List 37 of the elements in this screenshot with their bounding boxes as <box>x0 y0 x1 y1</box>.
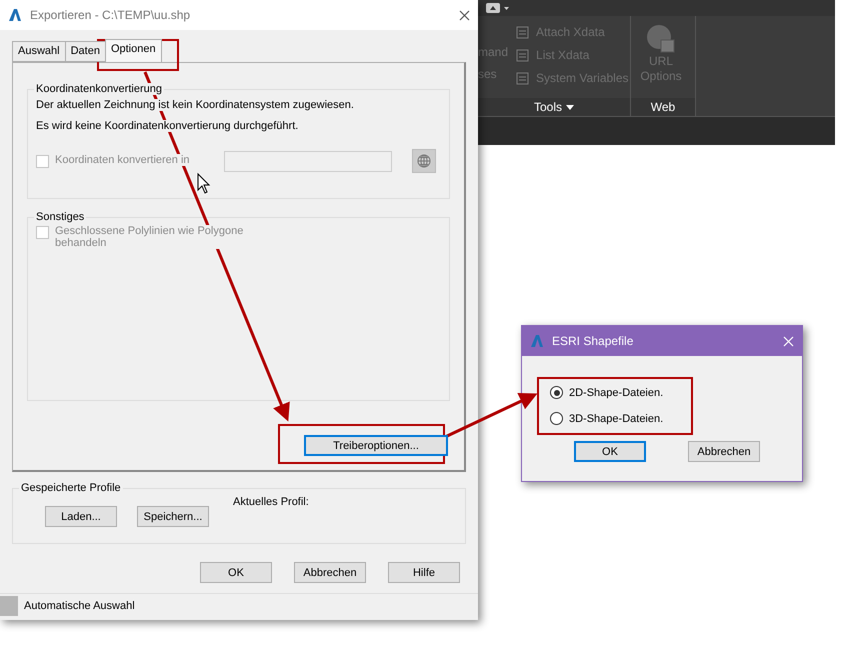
document-icon <box>516 70 530 84</box>
app-logo-icon <box>8 8 22 22</box>
quick-access-icon[interactable] <box>486 2 510 14</box>
radio-label: 3D-Shape-Dateien. <box>569 412 664 424</box>
globe-button[interactable] <box>412 149 436 173</box>
tab[interactable]: Daten <box>64 41 106 62</box>
profile-button[interactable]: Laden... <box>45 506 117 527</box>
document-icon <box>516 24 530 38</box>
dialog-button[interactable]: Hilfe <box>388 562 460 583</box>
radio-button[interactable] <box>550 412 563 425</box>
group-title: Koordinatenkonvertierung <box>34 83 164 95</box>
input-field[interactable] <box>224 150 392 172</box>
dialog-button[interactable]: Abbrechen <box>294 562 366 583</box>
group-title: Sonstiges <box>34 211 86 223</box>
profile-button[interactable]: Speichern... <box>137 506 209 527</box>
group-title: Gespeicherte Profile <box>19 482 123 494</box>
window-title: Exportieren - C:\TEMP\uu.shp <box>30 8 192 22</box>
driver-options-button[interactable]: Treiberoptionen... <box>304 435 448 456</box>
document-icon <box>516 48 530 62</box>
info-text: Es wird keine Koordinatenkonvertierung durchgeführt. <box>36 120 298 132</box>
status-text: Automatische Auswahl <box>24 600 135 612</box>
dialog-button[interactable]: OK <box>200 562 272 583</box>
radio-button[interactable] <box>550 386 563 399</box>
dialog-button[interactable]: Abbrechen <box>688 441 760 462</box>
dialog-button[interactable]: OK <box>574 441 646 462</box>
cursor-icon <box>198 172 210 194</box>
profile-label: Aktuelles Profil: <box>233 496 309 508</box>
tab[interactable]: Auswahl <box>12 41 66 62</box>
app-logo-icon <box>530 334 544 348</box>
info-text: Der aktuellen Zeichnung ist kein Koordinatensystem zugewiesen. <box>36 99 354 111</box>
window-title: ESRI Shapefile <box>552 334 634 348</box>
checkbox-label: Koordinaten konvertieren in <box>55 154 190 166</box>
status-swatch <box>0 596 18 616</box>
tab[interactable]: Optionen <box>104 39 162 62</box>
caret-icon <box>566 104 574 110</box>
close-icon[interactable] <box>459 10 470 20</box>
radio-label: 2D-Shape-Dateien. <box>569 386 664 398</box>
